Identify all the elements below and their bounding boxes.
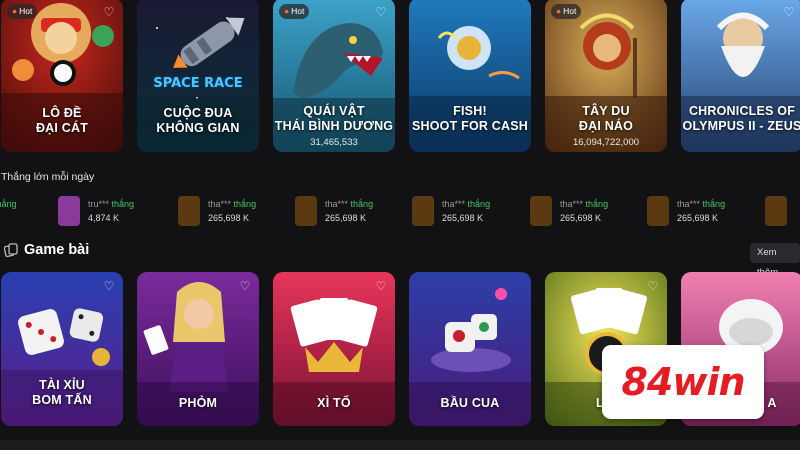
winner-amount: K [0, 211, 17, 225]
winner-name: tha*** [442, 199, 466, 209]
winner-entry: tru*** thắng 4,874 K [58, 194, 134, 228]
hot-badge: ● Hot [551, 4, 582, 19]
game-title: CUỘC ĐUA KHÔNG GIAN [156, 106, 240, 135]
winner-name: tha*** [208, 199, 232, 209]
heart-icon[interactable]: ♡ [782, 5, 796, 19]
winner-amount: 265,698 K [560, 213, 602, 223]
game-card-xi-to[interactable]: XÌ TỐ ♡ [273, 272, 395, 426]
hot-label: Hot [563, 6, 577, 16]
flame-icon: ● [284, 6, 290, 16]
winner-amount: 4,874 K [88, 213, 120, 223]
winner-amount: 265,698 K [208, 213, 250, 223]
winner-amount: 265,698 K [677, 213, 719, 223]
heart-icon[interactable]: ♡ [374, 5, 388, 19]
game-title: CHRONICLES OF OLYMPUS II - ZEUS [682, 104, 800, 133]
winner-name: tha*** [677, 199, 701, 209]
game-thumbnail [647, 196, 669, 226]
game-title: TÀI XỈU BOM TẤN [32, 378, 92, 407]
heart-icon[interactable]: ♡ [238, 279, 252, 293]
hot-label: Hot [291, 6, 305, 16]
game-title: LÔ ĐỀ ĐẠI CÁT [35, 106, 89, 135]
winner-won-label: thắng [111, 199, 135, 209]
game-title: FISH! SHOOT FOR CASH [412, 104, 528, 133]
flame-icon: ● [12, 6, 18, 16]
winner-entry: tha*** thắng 265,698 K [412, 194, 490, 228]
game-card-phom[interactable]: PHỎM ♡ [137, 272, 259, 426]
game-title: BẦU CUA [440, 396, 500, 410]
heart-icon[interactable]: ♡ [102, 279, 116, 293]
cards-icon [4, 243, 18, 257]
winner-entry: tha*** thắng 265,698 K [178, 194, 256, 228]
game-thumbnail [178, 196, 200, 226]
space-race-logo: SPACE RACE [153, 76, 243, 91]
jackpot-amount: 16,094,722,000 [572, 137, 640, 148]
winner-won-label: thắng [0, 199, 17, 209]
hot-label: Hot [19, 6, 33, 16]
game-thumbnail [765, 196, 787, 226]
game-title: QUÁI VẬT THÁI BÌNH DƯƠNG [274, 104, 394, 133]
game-card-lo-de-dai-cat[interactable]: LÔ ĐỀ ĐẠI CÁT ♡ ● Hot [1, 0, 123, 152]
top-games-row: LÔ ĐỀ ĐẠI CÁT ♡ ● Hot SPACE RACE CUỘC ĐUA… [1, 0, 800, 152]
winners-title: Thắng lớn mỗi ngày [1, 171, 95, 183]
section-header: Game bài [4, 242, 89, 258]
game-thumbnail [530, 196, 552, 226]
game-thumbnail [412, 196, 434, 226]
winner-won-label: thắng [585, 199, 609, 209]
game-title: XÌ TỐ [317, 396, 351, 410]
hot-badge: ● Hot [279, 4, 310, 19]
game-card-fish-shoot-for-cash[interactable]: FISH! SHOOT FOR CASH [409, 0, 531, 152]
game-thumbnail [58, 196, 80, 226]
winner-won-label: thắng [467, 199, 491, 209]
brand-logo: 84 win [602, 345, 764, 419]
winner-name: tha*** [325, 199, 349, 209]
winner-entry: thắng K [0, 194, 17, 228]
winner-entry: tha*** thắng 265,698 K [647, 194, 725, 228]
winner-entry [765, 194, 795, 228]
heart-icon[interactable]: ♡ [646, 279, 660, 293]
game-card-tay-du-dai-nao[interactable]: TÂY DU ĐẠI NÁO 16,094,722,000 ● Hot [545, 0, 667, 152]
winner-won-label: thắng [702, 199, 726, 209]
game-lobby: LÔ ĐỀ ĐẠI CÁT ♡ ● Hot SPACE RACE CUỘC ĐUA… [0, 0, 800, 450]
winners-ticker: thắng K tru*** thắng 4,874 K tha*** thắng 2… [0, 194, 800, 228]
winner-won-label: thắng [350, 199, 374, 209]
winner-entry: tha*** thắng 265,698 K [530, 194, 608, 228]
section-title: Game bài [24, 242, 90, 258]
game-title: TÂY DU ĐẠI NÁO [578, 104, 634, 133]
flame-icon: ● [556, 6, 562, 16]
winner-amount: 265,698 K [325, 213, 367, 223]
game-card-tai-xiu-bom-tan[interactable]: TÀI XỈU BOM TẤN ♡ [1, 272, 123, 426]
game-card-quai-vat-thai-binh-duong[interactable]: QUÁI VẬT THÁI BÌNH DƯƠNG 31,465,533 ♡ ● H… [273, 0, 395, 152]
game-card-bau-cua[interactable]: BẦU CUA [409, 272, 531, 426]
winner-name: tha*** [560, 199, 584, 209]
game-thumbnail [295, 196, 317, 226]
bottom-edge [0, 440, 800, 450]
winner-entry: tha*** thắng 265,698 K [295, 194, 373, 228]
heart-icon[interactable]: ♡ [374, 279, 388, 293]
heart-icon[interactable]: ♡ [102, 5, 116, 19]
game-card-chronicles-of-olympus[interactable]: CHRONICLES OF OLYMPUS II - ZEUS ♡ [681, 0, 800, 152]
jackpot-amount: 31,465,533 [310, 137, 358, 148]
brand-number: 84 [621, 360, 673, 404]
game-card-cuoc-dua-khong-gian[interactable]: SPACE RACE CUỘC ĐUA KHÔNG GIAN [137, 0, 259, 152]
winner-won-label: thắng [233, 199, 257, 209]
winner-amount: 265,698 K [442, 213, 484, 223]
brand-word: win [672, 360, 745, 404]
winner-name: tru*** [88, 199, 110, 209]
game-title: PHỎM [178, 396, 218, 410]
see-more-button[interactable]: Xem thêm [750, 243, 800, 278]
hot-badge: ● Hot [7, 4, 38, 19]
